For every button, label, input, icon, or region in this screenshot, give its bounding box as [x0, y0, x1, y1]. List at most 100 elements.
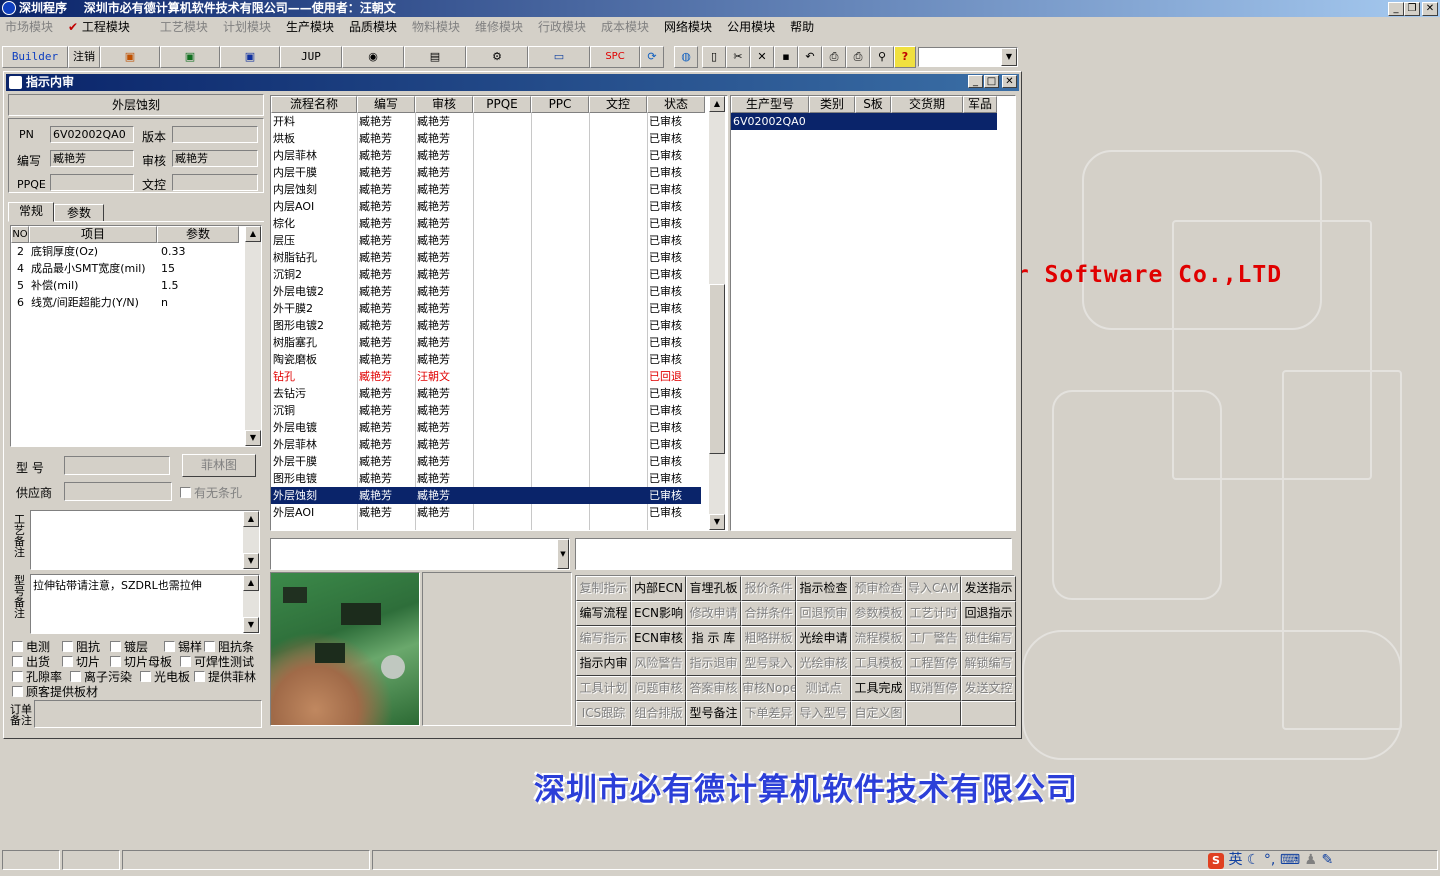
checkbox-box[interactable]	[110, 641, 121, 652]
moon-icon[interactable]: ☾	[1247, 852, 1260, 868]
action-button[interactable]: 下单差异	[741, 701, 796, 726]
checkbox-box[interactable]	[12, 671, 23, 682]
action-button[interactable]: 编写指示	[576, 626, 631, 651]
checkbox-box[interactable]	[62, 641, 73, 652]
action-button[interactable]: 型号录入	[741, 651, 796, 676]
checkbox-box[interactable]	[62, 656, 73, 667]
action-button[interactable]: 光绘申请	[796, 626, 851, 651]
action-button[interactable]: 工程暂停	[906, 651, 961, 676]
menu-plan[interactable]: 计划模块	[223, 17, 271, 37]
action-button[interactable]: 组合排版	[631, 701, 686, 726]
craft-note-textarea[interactable]: ▲ ▼	[30, 510, 260, 570]
model-field[interactable]	[64, 456, 170, 475]
flow-row[interactable]: 内层蚀刻 臧艳芳 臧艳芳 已审核	[271, 181, 701, 198]
checkbox-box[interactable]	[204, 641, 215, 652]
scroll-up-icon[interactable]: ▲	[709, 96, 725, 112]
flow-row[interactable]: 外层AOI 臧艳芳 臧艳芳 已审核	[271, 504, 701, 521]
menu-public[interactable]: 公用模块	[727, 17, 775, 37]
jup-button[interactable]: JUP	[280, 46, 342, 68]
action-button[interactable]: 发送指示	[961, 576, 1016, 601]
toolbar-combo[interactable]: ▼	[918, 47, 1018, 67]
action-button[interactable]: 答案审核	[686, 676, 741, 701]
menu-engineering[interactable]: ✔ 工程模块	[68, 17, 145, 37]
scroll-down-icon[interactable]: ▼	[709, 514, 725, 530]
keyboard-icon[interactable]: ⌨	[1280, 852, 1300, 868]
flow-row[interactable]: 去钻污 臧艳芳 臧艳芳 已审核	[271, 385, 701, 402]
action-button[interactable]: 型号备注	[686, 701, 741, 726]
ppqe-field[interactable]	[50, 174, 134, 191]
action-button[interactable]: 回退指示	[961, 601, 1016, 626]
action-button[interactable]: 预审检查	[851, 576, 906, 601]
flow-row[interactable]: 图形电镀2 臧艳芳 臧艳芳 已审核	[271, 317, 701, 334]
action-button[interactable]: 合拼条件	[741, 601, 796, 626]
menu-production[interactable]: 生产模块	[286, 17, 334, 37]
close-button[interactable]: ✕	[1422, 2, 1438, 16]
action-button[interactable]: 工具完成	[851, 676, 906, 701]
supplier-field[interactable]	[64, 482, 172, 501]
flow-row[interactable]: 烘板 臧艳芳 臧艳芳 已审核	[271, 130, 701, 147]
chevron-down-icon[interactable]: ▼	[1001, 48, 1017, 66]
flow-row[interactable]: 图形电镀 臧艳芳 臧艳芳 已审核	[271, 470, 701, 487]
option-checkbox[interactable]: 顾客提供板材	[12, 683, 98, 700]
flow-row[interactable]: 外层电镀 臧艳芳 臧艳芳 已审核	[271, 419, 701, 436]
param-row[interactable]: 2 底铜厚度(Oz) 0.33	[11, 243, 245, 260]
builder-button[interactable]: Builder	[2, 46, 68, 68]
flow-row[interactable]: 外干膜2 臧艳芳 臧艳芳 已审核	[271, 300, 701, 317]
checkbox-box[interactable]	[70, 671, 81, 682]
flow-col-header[interactable]: 状态	[647, 96, 705, 113]
action-button[interactable]: 指示内审	[576, 651, 631, 676]
punctuation-icon[interactable]: °,	[1264, 852, 1275, 868]
flow-row[interactable]: 外层蚀刻 臧艳芳 臧艳芳 已审核	[271, 487, 701, 504]
action-button[interactable]: ECN影响	[631, 601, 686, 626]
param-row[interactable]: 5 补偿(mil) 1.5	[11, 277, 245, 294]
scroll-thumb[interactable]	[709, 284, 725, 454]
wrench-icon[interactable]: ✎	[1322, 852, 1334, 868]
spc-button[interactable]: SPC	[590, 46, 640, 68]
flow-row[interactable]: 树脂钻孔 臧艳芳 臧艳芳 已审核	[271, 249, 701, 266]
order-note-field[interactable]	[34, 700, 262, 728]
model-col-header[interactable]: S板	[855, 96, 891, 113]
scroll-up-icon[interactable]: ▲	[245, 226, 261, 242]
feilin-button[interactable]: 菲林图	[182, 454, 256, 477]
checkbox-box[interactable]	[194, 671, 205, 682]
word-icon[interactable]: ▣	[220, 46, 280, 68]
option-checkbox[interactable]: 提供菲林	[194, 668, 256, 685]
menu-help[interactable]: 帮助	[790, 17, 814, 37]
action-button[interactable]: 流程模板	[851, 626, 906, 651]
flow-row[interactable]: 树脂塞孔 臧艳芳 臧艳芳 已审核	[271, 334, 701, 351]
action-button[interactable]: ECN审核	[631, 626, 686, 651]
flow-col-header[interactable]: 审核	[415, 96, 473, 113]
cut-icon[interactable]: ✂	[726, 46, 750, 68]
preview-icon[interactable]: ⎙	[822, 46, 846, 68]
checkbox-box[interactable]	[12, 641, 23, 652]
model-note-textarea[interactable]: 拉伸钻带请注意，SZDRL也需拉伸 ▲ ▼	[30, 574, 260, 634]
params-scrollbar[interactable]: ▲ ▼	[245, 226, 261, 446]
save-icon[interactable]: ▪	[774, 46, 798, 68]
checkbox-box[interactable]	[140, 671, 151, 682]
version-field[interactable]	[172, 126, 258, 143]
action-button[interactable]: 工具计划	[576, 676, 631, 701]
logout-button[interactable]: 注销	[68, 46, 100, 68]
menu-repair[interactable]: 维修模块	[475, 17, 523, 37]
scroll-up-icon[interactable]: ▲	[243, 511, 259, 527]
action-button[interactable]: 风险警告	[631, 651, 686, 676]
action-button[interactable]: 工艺计时	[906, 601, 961, 626]
database-icon[interactable]: ▤	[404, 46, 466, 68]
restore-button[interactable]: ❐	[1404, 2, 1420, 16]
action-button[interactable]: 指示检查	[796, 576, 851, 601]
flow-row[interactable]: 内层干膜 臧艳芳 臧艳芳 已审核	[271, 164, 701, 181]
flow-row[interactable]: 沉铜2 臧艳芳 臧艳芳 已审核	[271, 266, 701, 283]
model-note-scrollbar[interactable]: ▲ ▼	[243, 575, 259, 633]
action-button[interactable]: 工厂警告	[906, 626, 961, 651]
action-button[interactable]: 报价条件	[741, 576, 796, 601]
powerpoint-icon[interactable]: ▣	[100, 46, 160, 68]
menu-craft[interactable]: 工艺模块	[160, 17, 208, 37]
flow-row[interactable]: 层压 臧艳芳 臧艳芳 已审核	[271, 232, 701, 249]
refresh-icon[interactable]: ⟳	[640, 46, 664, 68]
action-button[interactable]: 工具模板	[851, 651, 906, 676]
action-button[interactable]: 指示退审	[686, 651, 741, 676]
help-icon[interactable]: ?	[894, 46, 916, 68]
action-button[interactable]: 审核Nope	[741, 676, 796, 701]
menu-quality[interactable]: 品质模块	[349, 17, 397, 37]
flow-row[interactable]: 陶瓷磨板 臧艳芳 臧艳芳 已审核	[271, 351, 701, 368]
